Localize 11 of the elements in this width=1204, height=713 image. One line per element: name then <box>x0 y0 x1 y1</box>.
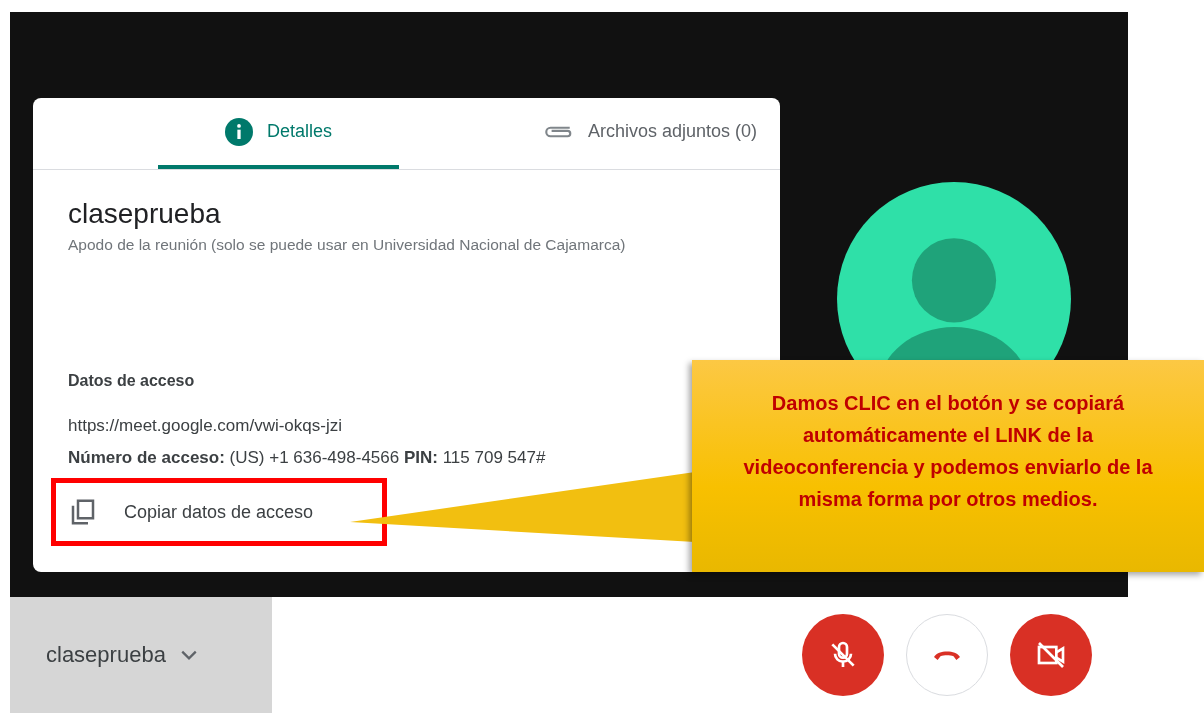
chevron-down-icon <box>179 649 198 661</box>
info-icon <box>225 117 253 146</box>
meeting-title: claseprueba <box>68 198 222 230</box>
tab[interactable]: Archivos adjuntos (0) <box>529 98 770 169</box>
access-heading: Datos de acceso <box>68 372 196 390</box>
tab[interactable]: Detalles <box>158 98 399 169</box>
callout-text: Damos CLIC en el botón y se copiará automáticamente el LINK de la videoconferencia y podemos enviarlo de la misma forma por otros medios. <box>742 391 1154 512</box>
hang-up-icon <box>934 650 960 660</box>
dial-in-info: Número de acceso: (US) +1 636-498-4566 PIN: 115 709 547# <box>68 448 547 468</box>
meeting-name-button[interactable]: claseprueba <box>10 597 272 713</box>
meeting-subtitle: Apodo de la reunión (solo se puede usar en Universidad Nacional de Cajamarca) <box>68 236 627 254</box>
